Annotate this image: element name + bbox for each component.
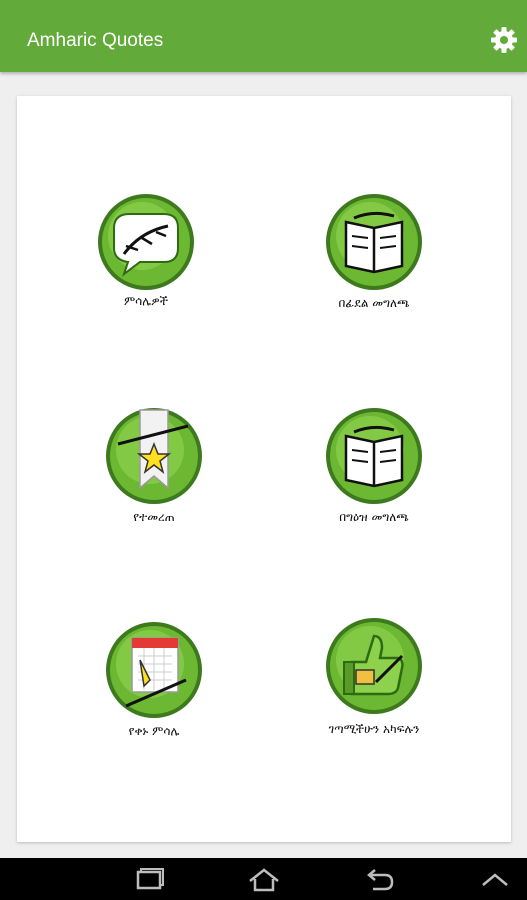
app-title: Amharic Quotes [27, 30, 164, 51]
bookmark-star-icon [106, 408, 202, 504]
menu-item-alphabetical[interactable]: በፊደል መግለጫ [274, 192, 474, 362]
menu-item-share[interactable]: ገጣሚችሁን አካፍሉን [274, 616, 474, 786]
menu-item-label: በፊደል መግለጫ [338, 296, 410, 310]
home-icon [249, 868, 279, 892]
menu-item-label: በግዕዝ መግለጫ [339, 510, 409, 524]
menu-item-favorites[interactable]: የተመረጠ [54, 406, 254, 576]
back-button[interactable] [361, 867, 395, 893]
recent-apps-icon [136, 868, 164, 890]
menu-item-label: ምሳሌዎች [123, 294, 169, 308]
alphabet-book-icon [326, 194, 422, 290]
back-icon [367, 869, 394, 891]
thumbs-up-icon [326, 618, 422, 714]
gear-icon [491, 27, 517, 53]
settings-button[interactable] [489, 25, 519, 55]
app-bar: Amharic Quotes [0, 0, 527, 72]
home-button[interactable] [247, 867, 281, 893]
menu-item-quote-of-the-day[interactable]: የቀኑ ምሳሌ [54, 620, 254, 790]
app-root: Amharic Quotes ምሳሌዎች በፊደል መግለጫ የተመረጠ በግዕ… [0, 0, 527, 900]
chevron-up-icon [482, 873, 508, 886]
menu-item-geez[interactable]: በግዕዝ መግለጫ [274, 406, 474, 576]
menu-item-label: ገጣሚችሁን አካፍሉን [328, 722, 420, 736]
geez-book-icon [326, 408, 422, 504]
menu-card: ምሳሌዎች በፊደል መግለጫ የተመረጠ በግዕዝ መግለጫ የቀኑ ምሳሌ … [17, 96, 511, 842]
chevron-up-button[interactable] [478, 867, 512, 893]
speech-bubble-icon [98, 194, 194, 290]
system-nav-bar [0, 858, 527, 900]
calendar-pin-icon [106, 622, 202, 718]
menu-item-label: የቀኑ ምሳሌ [128, 724, 180, 738]
menu-item-proverbs[interactable]: ምሳሌዎች [46, 192, 246, 362]
recent-apps-button[interactable] [132, 867, 166, 893]
menu-item-label: የተመረጠ [133, 510, 175, 524]
